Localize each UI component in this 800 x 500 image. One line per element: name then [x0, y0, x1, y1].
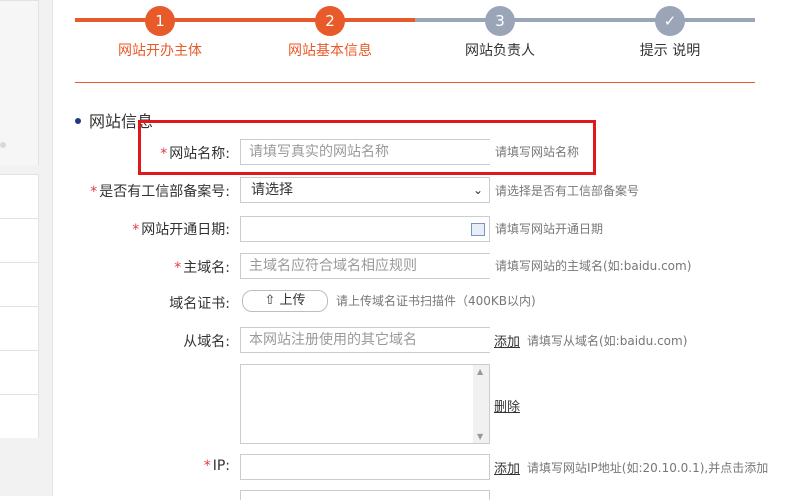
next-input[interactable]: [240, 490, 490, 500]
scrollbar[interactable]: ▲ ▼: [473, 365, 489, 443]
sub-domain-add-link[interactable]: 添加: [494, 331, 520, 350]
ip-input[interactable]: [240, 454, 490, 480]
progress-bar-done: [75, 18, 415, 22]
sub-domain-field[interactable]: [247, 328, 493, 352]
panel-row[interactable]: [0, 218, 39, 262]
panel-row[interactable]: [0, 262, 39, 306]
step-4-label: 提示 说明: [639, 43, 701, 59]
ip-hint: 请填写网站IP地址(如:20.10.0.1),并点击添加: [527, 461, 769, 475]
panel-header-area: [0, 0, 39, 165]
bullet-icon: [75, 117, 81, 124]
step-2-label: 网站基本信息: [288, 43, 372, 59]
domain-cert-hint: 请上传域名证书扫描件（400KB以内): [336, 294, 536, 308]
panel-row[interactable]: [0, 174, 39, 218]
calendar-icon[interactable]: [471, 223, 485, 236]
chevron-down-icon: ⌄: [472, 183, 483, 197]
main-domain-input[interactable]: [240, 253, 493, 279]
progress-bar-pending: [415, 18, 755, 22]
icp-record-value: 请选择: [251, 182, 293, 198]
icp-record-label: * 是否有工信部备案号:: [90, 184, 230, 200]
highlight-annotation: [138, 120, 596, 175]
left-panel: [0, 0, 53, 496]
open-date-input[interactable]: [240, 216, 490, 242]
step-2-circle: 2: [315, 6, 345, 36]
step-progress: 1 网站开办主体 2 网站基本信息 3 网站负责人 ✓ 提示 说明: [75, 0, 755, 70]
ip-add-link[interactable]: 添加: [494, 458, 520, 477]
scroll-up-icon[interactable]: ▲: [477, 367, 483, 376]
main-domain-hint: 请填写网站的主域名(如:baidu.com): [495, 259, 692, 273]
open-date-label: * 网站开通日期:: [132, 222, 230, 238]
header-divider: [75, 82, 755, 83]
upload-button-label: 上传: [279, 293, 306, 308]
step-4-circle: ✓: [655, 6, 685, 36]
step-3-circle: 3: [485, 6, 515, 36]
upload-button[interactable]: ⇧ 上传: [242, 290, 328, 312]
panel-row[interactable]: [0, 394, 39, 438]
panel-row[interactable]: [0, 306, 39, 350]
step-3-label: 网站负责人: [465, 43, 535, 59]
ip-label: * IP:: [203, 458, 230, 474]
step-1-circle: 1: [145, 6, 175, 36]
icp-record-select[interactable]: 请选择 ⌄: [240, 177, 490, 203]
upload-icon: ⇧: [264, 293, 276, 308]
domain-cert-label: 域名证书:: [169, 296, 230, 312]
sub-domain-input[interactable]: [240, 327, 493, 353]
main-domain-field[interactable]: [247, 254, 493, 278]
step-1-label: 网站开办主体: [118, 43, 202, 59]
scroll-down-icon[interactable]: ▼: [477, 432, 483, 441]
sub-domain-hint: 请填写从域名(如:baidu.com): [527, 334, 688, 348]
delete-link[interactable]: 删除: [494, 396, 520, 415]
main-domain-label: * 主域名:: [174, 260, 230, 276]
panel-row[interactable]: [0, 350, 39, 394]
open-date-hint: 请填写网站开通日期: [495, 222, 604, 236]
icp-record-hint: 请选择是否有工信部备案号: [495, 184, 640, 198]
scroll-dot: [0, 142, 6, 148]
sub-domain-list[interactable]: ▲ ▼: [240, 364, 490, 444]
sub-domain-label: 从域名:: [183, 334, 230, 350]
